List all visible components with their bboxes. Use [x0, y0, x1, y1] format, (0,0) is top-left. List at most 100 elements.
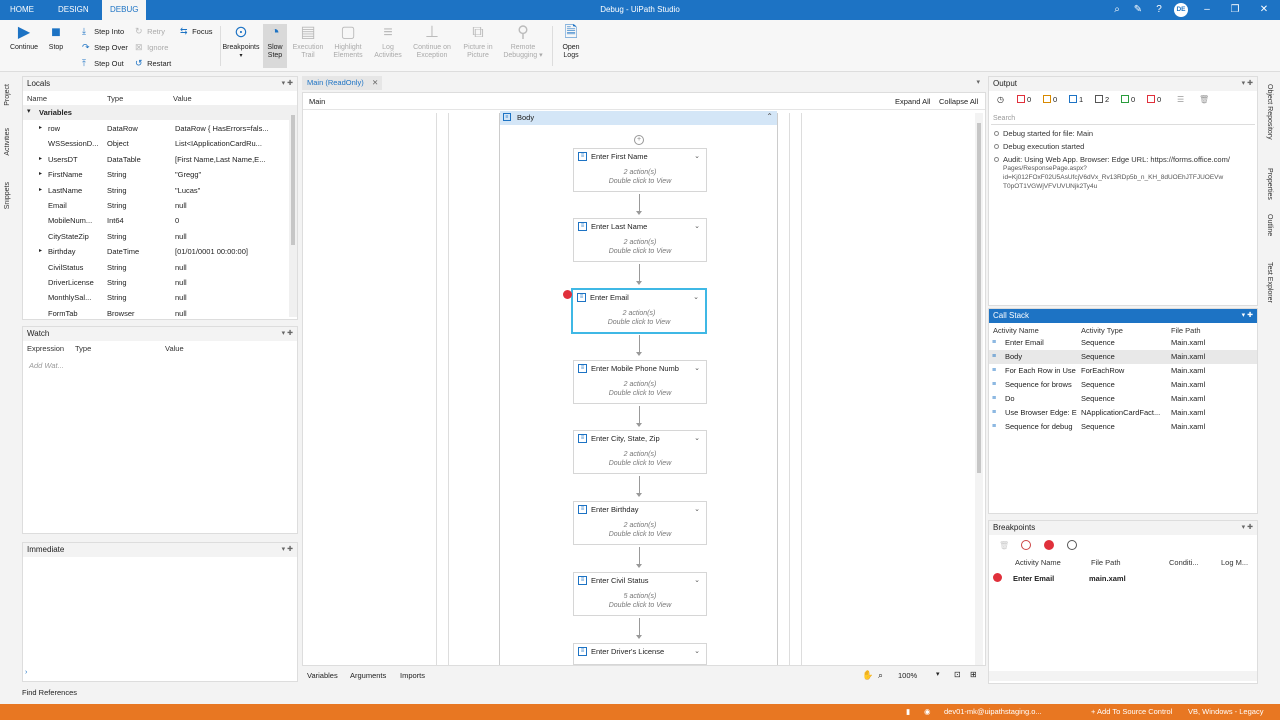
chevron-down-icon[interactable]: ⌄ [694, 222, 700, 230]
info-filter[interactable]: 1 [1069, 95, 1083, 104]
chevron-down-icon[interactable]: ⌄ [694, 576, 700, 584]
call-stack-row[interactable]: ≡ Enter Email Sequence Main.xaml [989, 336, 1257, 350]
success-filter[interactable]: 0 [1121, 95, 1135, 104]
enable-all-breakpoints-icon[interactable] [1044, 540, 1054, 550]
call-stack-col-path[interactable]: File Path [1171, 326, 1201, 335]
chevron-down-icon[interactable]: ⌄ [694, 647, 700, 655]
pin-icon[interactable]: ▾ ✚ [282, 327, 293, 341]
help-icon[interactable]: ? [1153, 4, 1165, 16]
body-sequence-header[interactable]: ≡ Body ⌃ [500, 111, 777, 125]
output-search-input[interactable]: Search [991, 113, 1255, 125]
zoom-dropdown-icon[interactable]: ▾ [936, 670, 940, 678]
locals-row[interactable]: ▸ FirstName String "Gregg" [23, 167, 289, 182]
open-logs-button[interactable]: 🗎 Open Logs [551, 24, 591, 60]
retry-button[interactable]: ↻ Retry [135, 24, 165, 38]
variables-tab[interactable]: Variables [307, 671, 338, 680]
side-tab-properties[interactable]: Properties [1266, 168, 1273, 200]
side-tab-snippets[interactable]: Snippets [4, 182, 11, 209]
stop-button[interactable]: ■ Stop [36, 24, 76, 52]
restart-button[interactable]: ↺ Restart [135, 56, 171, 70]
locals-row[interactable]: ▸ UsersDT DataTable [First Name,Last Name,E… [23, 152, 289, 167]
locals-row[interactable]: DriverLicense String null [23, 275, 289, 290]
chevron-down-icon[interactable]: ⌄ [693, 293, 699, 301]
zoom-icon[interactable]: ⌕ [878, 670, 883, 681]
locals-row[interactable]: Email String null [23, 198, 289, 213]
expand-icon[interactable]: ▸ [39, 152, 42, 167]
add-to-source-control[interactable]: + Add To Source Control [1091, 704, 1172, 720]
locals-row[interactable]: ▸ LastName String "Lucas" [23, 183, 289, 198]
activity-card[interactable]: ≡ Enter Mobile Phone Numb ⌄ 2 action(s) Doub… [573, 360, 707, 404]
breakpoint-marker-icon[interactable] [563, 290, 572, 299]
breakpoint-row[interactable]: Enter Email main.xaml [989, 571, 1257, 585]
trace-filter[interactable]: 2 [1095, 95, 1109, 104]
activity-card[interactable]: ≡ Enter Last Name ⌄ 2 action(s) Double click… [573, 218, 707, 262]
tab-main-readonly[interactable]: Main (ReadOnly) ✕ [302, 76, 382, 90]
warning-filter[interactable]: 0 [1043, 95, 1057, 104]
breadcrumb[interactable]: Main [309, 97, 325, 106]
delete-breakpoint-icon[interactable]: 🗑 [999, 541, 1009, 550]
activity-card[interactable]: ≡ Enter City, State, Zip ⌄ 2 action(s) Doubl… [573, 430, 707, 474]
pin-icon[interactable]: ▾ ✚ [282, 543, 293, 557]
close-tab-icon[interactable]: ✕ [372, 76, 378, 90]
add-watch-input[interactable]: Add Wat... [29, 361, 64, 370]
locals-scrollbar[interactable] [289, 105, 297, 317]
toggle-breakpoint-icon[interactable] [1021, 540, 1031, 550]
side-tab-activities[interactable]: Activities [4, 128, 11, 156]
bp-col-condition[interactable]: Conditi... [1169, 558, 1199, 567]
call-stack-col-name[interactable]: Activity Name [993, 326, 1039, 335]
pin-icon[interactable]: ▾ ✚ [1242, 77, 1253, 91]
tab-debug[interactable]: DEBUG [102, 0, 147, 20]
step-over-button[interactable]: ↷ Step Over [82, 40, 128, 54]
fit-screen-icon[interactable]: ⊡ [954, 670, 961, 679]
bp-hscrollbar[interactable] [989, 671, 1257, 681]
activity-card[interactable]: ≡ Enter First Name ⌄ 2 action(s) Double clic… [573, 148, 707, 192]
chevron-down-icon[interactable]: ⌄ [694, 434, 700, 442]
locals-col-name[interactable]: Name [27, 94, 47, 103]
locals-row[interactable]: WSSessionD... Object List<IApplicationCard… [23, 136, 289, 151]
status-user[interactable]: dev01-mk@uipathstaging.o... [944, 704, 1042, 720]
call-stack-col-type[interactable]: Activity Type [1081, 326, 1123, 335]
continue-on-exception-button[interactable]: ⊥ Continue on Exception [408, 24, 456, 60]
step-into-button[interactable]: ⤓ Step Into [82, 24, 124, 38]
watch-col-value[interactable]: Value [165, 344, 184, 353]
side-tab-outline[interactable]: Outline [1266, 214, 1273, 236]
call-stack-row[interactable]: ≡ For Each Row in Use ForEachRow Main.xaml [989, 364, 1257, 378]
call-stack-row[interactable]: ≡ Sequence for brows Sequence Main.xaml [989, 378, 1257, 392]
chevron-down-icon[interactable]: ⌄ [694, 364, 700, 372]
bp-col-log[interactable]: Log M... [1221, 558, 1248, 567]
side-tab-test-explorer[interactable]: Test Explorer [1266, 262, 1273, 303]
locals-row[interactable]: CivilStatus String null [23, 260, 289, 275]
slow-step-button[interactable]: ◔ Slow Step [263, 24, 287, 68]
locals-row[interactable]: FormTab Browser null [23, 306, 289, 321]
designer-scrollbar[interactable] [975, 113, 983, 665]
find-references-tab[interactable]: Find References [22, 688, 77, 697]
locals-col-value[interactable]: Value [173, 94, 192, 103]
activity-card[interactable]: ≡ Enter Email ⌄ 2 action(s) Double click to … [571, 288, 707, 334]
breakpoints-button[interactable]: ⊙ Breakpoints ▾ [219, 24, 263, 60]
execution-trail-button[interactable]: ▤ Execution Trail [288, 24, 328, 60]
locals-col-type[interactable]: Type [107, 94, 123, 103]
tab-design[interactable]: DESIGN [50, 0, 97, 20]
chevron-down-icon[interactable]: ⌄ [694, 505, 700, 513]
bp-col-name[interactable]: Activity Name [1015, 558, 1061, 567]
activity-card[interactable]: ≡ Enter Birthday ⌄ 2 action(s) Double click … [573, 501, 707, 545]
pin-icon[interactable]: ▾ ✚ [1242, 521, 1253, 535]
collapse-all-button[interactable]: Collapse All [939, 97, 978, 106]
clear-icon[interactable]: 🗑 [1199, 95, 1209, 104]
feedback-icon[interactable]: ✎ [1132, 4, 1144, 16]
call-stack-row[interactable]: ≡ Sequence for debug Sequence Main.xaml [989, 420, 1257, 434]
side-tab-project[interactable]: Project [4, 84, 11, 106]
watch-col-expression[interactable]: Expression [27, 344, 64, 353]
variables-group[interactable]: ▾ Variables [23, 105, 289, 120]
search-icon[interactable]: ⌕ [1111, 4, 1123, 16]
locals-row[interactable]: MonthlySal... String null [23, 290, 289, 305]
notifications-icon[interactable]: ▮ [906, 704, 910, 720]
imports-tab[interactable]: Imports [400, 671, 425, 680]
picture-in-picture-button[interactable]: ⧉ Picture in Picture [458, 24, 498, 60]
activity-card[interactable]: ≡ Enter Driver's License ⌄ [573, 643, 707, 665]
error-filter[interactable]: 0 [1017, 95, 1031, 104]
call-stack-row[interactable]: ≡ Do Sequence Main.xaml [989, 392, 1257, 406]
pin-icon[interactable]: ▾ ✚ [282, 77, 293, 91]
chevron-down-icon[interactable]: ⌄ [694, 152, 700, 160]
step-out-button[interactable]: ⤒ Step Out [82, 56, 124, 70]
